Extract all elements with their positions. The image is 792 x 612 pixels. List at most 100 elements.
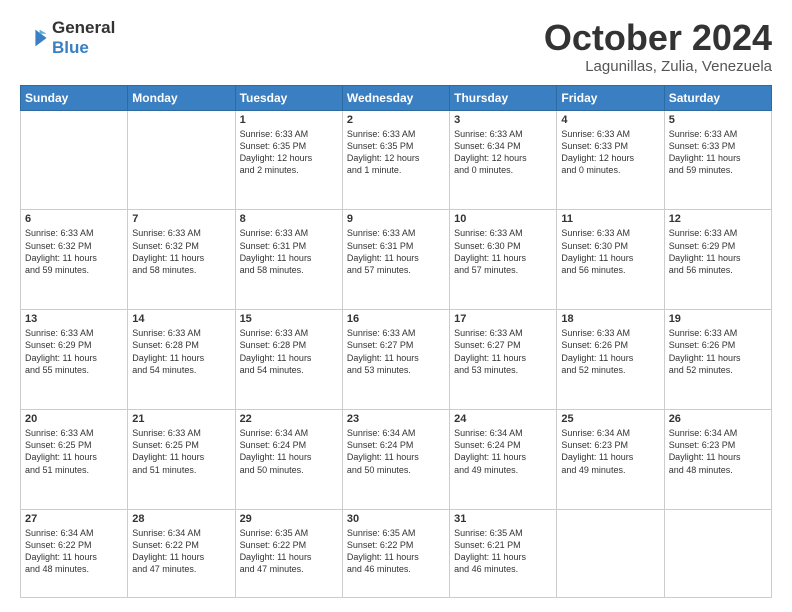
day-info: Sunrise: 6:33 AM Sunset: 6:35 PM Dayligh… bbox=[347, 128, 445, 177]
calendar-location: Lagunillas, Zulia, Venezuela bbox=[544, 58, 772, 75]
calendar-cell: 20 Sunrise: 6:33 AM Sunset: 6:25 PM Dayli… bbox=[21, 410, 128, 510]
calendar-cell: 10 Sunrise: 6:33 AM Sunset: 6:30 PM Dayli… bbox=[450, 210, 557, 310]
weekday-header-thursday: Thursday bbox=[450, 85, 557, 110]
day-info: Sunrise: 6:34 AM Sunset: 6:24 PM Dayligh… bbox=[347, 427, 445, 476]
weekday-header-wednesday: Wednesday bbox=[342, 85, 449, 110]
day-info: Sunrise: 6:33 AM Sunset: 6:32 PM Dayligh… bbox=[25, 227, 123, 276]
calendar-week-2: 6Sunrise: 6:33 AM Sunset: 6:32 PM Daylig… bbox=[21, 210, 772, 310]
day-number: 23 bbox=[347, 413, 445, 425]
day-number: 9 bbox=[347, 213, 445, 225]
day-info: Sunrise: 6:33 AM Sunset: 6:29 PM Dayligh… bbox=[669, 227, 767, 276]
day-info: Sunrise: 6:34 AM Sunset: 6:23 PM Dayligh… bbox=[561, 427, 659, 476]
calendar-cell bbox=[557, 509, 664, 597]
day-number: 27 bbox=[25, 513, 123, 525]
calendar-cell: 15 Sunrise: 6:33 AM Sunset: 6:28 PM Dayli… bbox=[235, 310, 342, 410]
day-number: 12 bbox=[669, 213, 767, 225]
calendar-cell: 18 Sunrise: 6:33 AM Sunset: 6:26 PM Dayli… bbox=[557, 310, 664, 410]
calendar-cell: 4Sunrise: 6:33 AM Sunset: 6:33 PM Daylig… bbox=[557, 110, 664, 210]
day-number: 10 bbox=[454, 213, 552, 225]
logo-text: General Blue bbox=[52, 18, 115, 57]
calendar-cell: 30Sunrise: 6:35 AM Sunset: 6:22 PM Dayli… bbox=[342, 509, 449, 597]
day-info: Sunrise: 6:33 AM Sunset: 6:31 PM Dayligh… bbox=[240, 227, 338, 276]
calendar-cell: 3 Sunrise: 6:33 AM Sunset: 6:34 PM Daylig… bbox=[450, 110, 557, 210]
calendar-cell bbox=[128, 110, 235, 210]
calendar-week-5: 27 Sunrise: 6:34 AM Sunset: 6:22 PM Dayli… bbox=[21, 509, 772, 597]
page: General Blue October 2024 Lagunillas, Zu… bbox=[0, 0, 792, 612]
day-info: Sunrise: 6:33 AM Sunset: 6:27 PM Dayligh… bbox=[454, 327, 552, 376]
day-number: 22 bbox=[240, 413, 338, 425]
calendar-cell: 31Sunrise: 6:35 AM Sunset: 6:21 PM Dayli… bbox=[450, 509, 557, 597]
calendar-cell: 24 Sunrise: 6:34 AM Sunset: 6:24 PM Dayli… bbox=[450, 410, 557, 510]
weekday-header-friday: Friday bbox=[557, 85, 664, 110]
calendar-cell: 26 Sunrise: 6:34 AM Sunset: 6:23 PM Dayli… bbox=[664, 410, 771, 510]
day-info: Sunrise: 6:33 AM Sunset: 6:28 PM Dayligh… bbox=[240, 327, 338, 376]
day-number: 21 bbox=[132, 413, 230, 425]
day-number: 17 bbox=[454, 313, 552, 325]
calendar-cell: 8 Sunrise: 6:33 AM Sunset: 6:31 PM Daylig… bbox=[235, 210, 342, 310]
day-info: Sunrise: 6:33 AM Sunset: 6:25 PM Dayligh… bbox=[132, 427, 230, 476]
weekday-header-tuesday: Tuesday bbox=[235, 85, 342, 110]
day-number: 15 bbox=[240, 313, 338, 325]
calendar-cell: 22 Sunrise: 6:34 AM Sunset: 6:24 PM Dayli… bbox=[235, 410, 342, 510]
calendar-cell: 12 Sunrise: 6:33 AM Sunset: 6:29 PM Dayli… bbox=[664, 210, 771, 310]
day-number: 28 bbox=[132, 513, 230, 525]
calendar-cell: 11 Sunrise: 6:33 AM Sunset: 6:30 PM Dayli… bbox=[557, 210, 664, 310]
day-info: Sunrise: 6:34 AM Sunset: 6:23 PM Dayligh… bbox=[669, 427, 767, 476]
day-number: 30 bbox=[347, 513, 445, 525]
day-info: Sunrise: 6:35 AM Sunset: 6:21 PM Dayligh… bbox=[454, 527, 552, 576]
day-info: Sunrise: 6:34 AM Sunset: 6:24 PM Dayligh… bbox=[240, 427, 338, 476]
day-info: Sunrise: 6:33 AM Sunset: 6:29 PM Dayligh… bbox=[25, 327, 123, 376]
calendar-cell: 21 Sunrise: 6:33 AM Sunset: 6:25 PM Dayli… bbox=[128, 410, 235, 510]
weekday-header-sunday: Sunday bbox=[21, 85, 128, 110]
day-info: Sunrise: 6:33 AM Sunset: 6:27 PM Dayligh… bbox=[347, 327, 445, 376]
day-number: 3 bbox=[454, 114, 552, 126]
weekday-header-monday: Monday bbox=[128, 85, 235, 110]
day-number: 20 bbox=[25, 413, 123, 425]
day-number: 5 bbox=[669, 114, 767, 126]
weekday-header-saturday: Saturday bbox=[664, 85, 771, 110]
day-number: 1 bbox=[240, 114, 338, 126]
day-number: 29 bbox=[240, 513, 338, 525]
header: General Blue October 2024 Lagunillas, Zu… bbox=[20, 18, 772, 75]
day-number: 24 bbox=[454, 413, 552, 425]
calendar-table: SundayMondayTuesdayWednesdayThursdayFrid… bbox=[20, 85, 772, 598]
day-info: Sunrise: 6:33 AM Sunset: 6:33 PM Dayligh… bbox=[561, 128, 659, 177]
day-info: Sunrise: 6:35 AM Sunset: 6:22 PM Dayligh… bbox=[240, 527, 338, 576]
calendar-cell: 17 Sunrise: 6:33 AM Sunset: 6:27 PM Dayli… bbox=[450, 310, 557, 410]
day-info: Sunrise: 6:33 AM Sunset: 6:25 PM Dayligh… bbox=[25, 427, 123, 476]
day-info: Sunrise: 6:34 AM Sunset: 6:24 PM Dayligh… bbox=[454, 427, 552, 476]
calendar-cell: 23 Sunrise: 6:34 AM Sunset: 6:24 PM Dayli… bbox=[342, 410, 449, 510]
calendar-cell: 27 Sunrise: 6:34 AM Sunset: 6:22 PM Dayli… bbox=[21, 509, 128, 597]
calendar-cell: 13Sunrise: 6:33 AM Sunset: 6:29 PM Dayli… bbox=[21, 310, 128, 410]
calendar-cell: 29 Sunrise: 6:35 AM Sunset: 6:22 PM Dayli… bbox=[235, 509, 342, 597]
calendar-cell: 7Sunrise: 6:33 AM Sunset: 6:32 PM Daylig… bbox=[128, 210, 235, 310]
day-info: Sunrise: 6:33 AM Sunset: 6:26 PM Dayligh… bbox=[561, 327, 659, 376]
calendar-cell: 5Sunrise: 6:33 AM Sunset: 6:33 PM Daylig… bbox=[664, 110, 771, 210]
day-number: 26 bbox=[669, 413, 767, 425]
logo-icon bbox=[20, 24, 48, 52]
day-info: Sunrise: 6:33 AM Sunset: 6:30 PM Dayligh… bbox=[454, 227, 552, 276]
day-number: 8 bbox=[240, 213, 338, 225]
day-number: 25 bbox=[561, 413, 659, 425]
day-info: Sunrise: 6:33 AM Sunset: 6:30 PM Dayligh… bbox=[561, 227, 659, 276]
day-number: 18 bbox=[561, 313, 659, 325]
day-info: Sunrise: 6:33 AM Sunset: 6:34 PM Dayligh… bbox=[454, 128, 552, 177]
day-number: 19 bbox=[669, 313, 767, 325]
logo: General Blue bbox=[20, 18, 115, 57]
calendar-week-1: 1 Sunrise: 6:33 AM Sunset: 6:35 PM Daylig… bbox=[21, 110, 772, 210]
calendar-cell: 14Sunrise: 6:33 AM Sunset: 6:28 PM Dayli… bbox=[128, 310, 235, 410]
day-number: 16 bbox=[347, 313, 445, 325]
day-info: Sunrise: 6:34 AM Sunset: 6:22 PM Dayligh… bbox=[132, 527, 230, 576]
calendar-cell: 28 Sunrise: 6:34 AM Sunset: 6:22 PM Dayli… bbox=[128, 509, 235, 597]
calendar-cell: 25 Sunrise: 6:34 AM Sunset: 6:23 PM Dayli… bbox=[557, 410, 664, 510]
day-number: 11 bbox=[561, 213, 659, 225]
calendar-title: October 2024 bbox=[544, 18, 772, 58]
calendar-cell bbox=[21, 110, 128, 210]
calendar-week-4: 20 Sunrise: 6:33 AM Sunset: 6:25 PM Dayli… bbox=[21, 410, 772, 510]
day-info: Sunrise: 6:33 AM Sunset: 6:26 PM Dayligh… bbox=[669, 327, 767, 376]
day-info: Sunrise: 6:34 AM Sunset: 6:22 PM Dayligh… bbox=[25, 527, 123, 576]
calendar-cell: 9 Sunrise: 6:33 AM Sunset: 6:31 PM Daylig… bbox=[342, 210, 449, 310]
day-info: Sunrise: 6:33 AM Sunset: 6:31 PM Dayligh… bbox=[347, 227, 445, 276]
day-info: Sunrise: 6:33 AM Sunset: 6:28 PM Dayligh… bbox=[132, 327, 230, 376]
calendar-cell: 19 Sunrise: 6:33 AM Sunset: 6:26 PM Dayli… bbox=[664, 310, 771, 410]
